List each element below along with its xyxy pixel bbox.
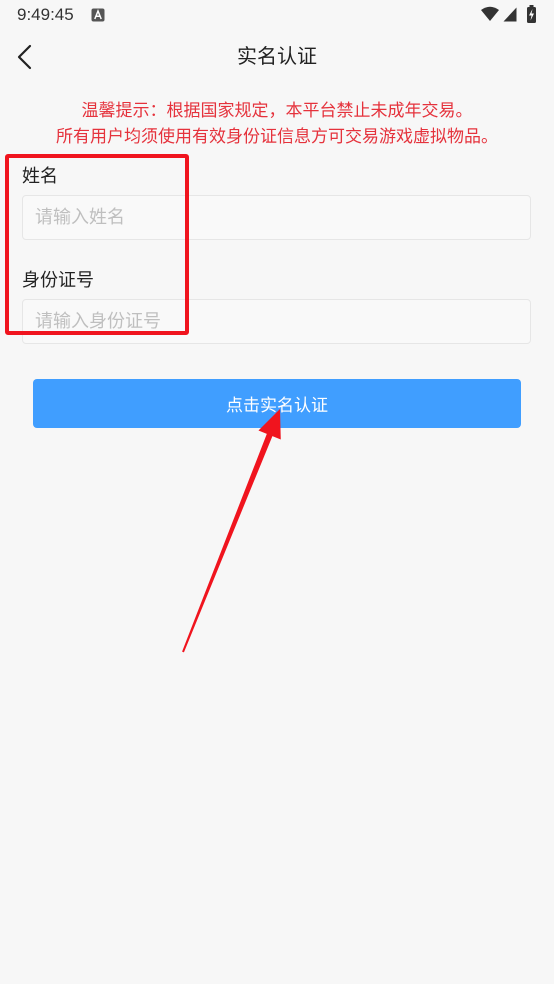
a-notification-icon bbox=[91, 8, 105, 22]
page-title: 实名认证 bbox=[237, 46, 317, 68]
real-name-auth-screen: 9:49:45 实名认证 温馨提示：根据国家规定，本平台禁止未成年交易。 所有用… bbox=[0, 0, 554, 984]
name-input[interactable] bbox=[22, 195, 531, 240]
submit-verification-button[interactable]: 点击实名认证 bbox=[33, 379, 521, 428]
status-bar: 9:49:45 bbox=[0, 0, 554, 30]
top-nav-bar: 实名认证 bbox=[0, 30, 554, 86]
id-number-input[interactable] bbox=[22, 299, 531, 344]
notice-line-1: 温馨提示：根据国家规定，本平台禁止未成年交易。 bbox=[81, 101, 473, 120]
annotation-arrow-shape bbox=[182, 409, 281, 653]
signal-icon bbox=[503, 7, 517, 22]
age-restriction-notice: 温馨提示：根据国家规定，本平台禁止未成年交易。 所有用户均须使用有效身份证信息方… bbox=[0, 98, 554, 150]
notice-line-2: 所有用户均须使用有效身份证信息方可交易游戏虚拟物品。 bbox=[56, 127, 498, 146]
wifi-icon bbox=[481, 6, 499, 21]
battery-charging-icon bbox=[527, 5, 536, 23]
name-label: 姓名 bbox=[22, 166, 58, 186]
status-time: 9:49:45 bbox=[17, 5, 74, 24]
id-number-label: 身份证号 bbox=[22, 270, 94, 290]
